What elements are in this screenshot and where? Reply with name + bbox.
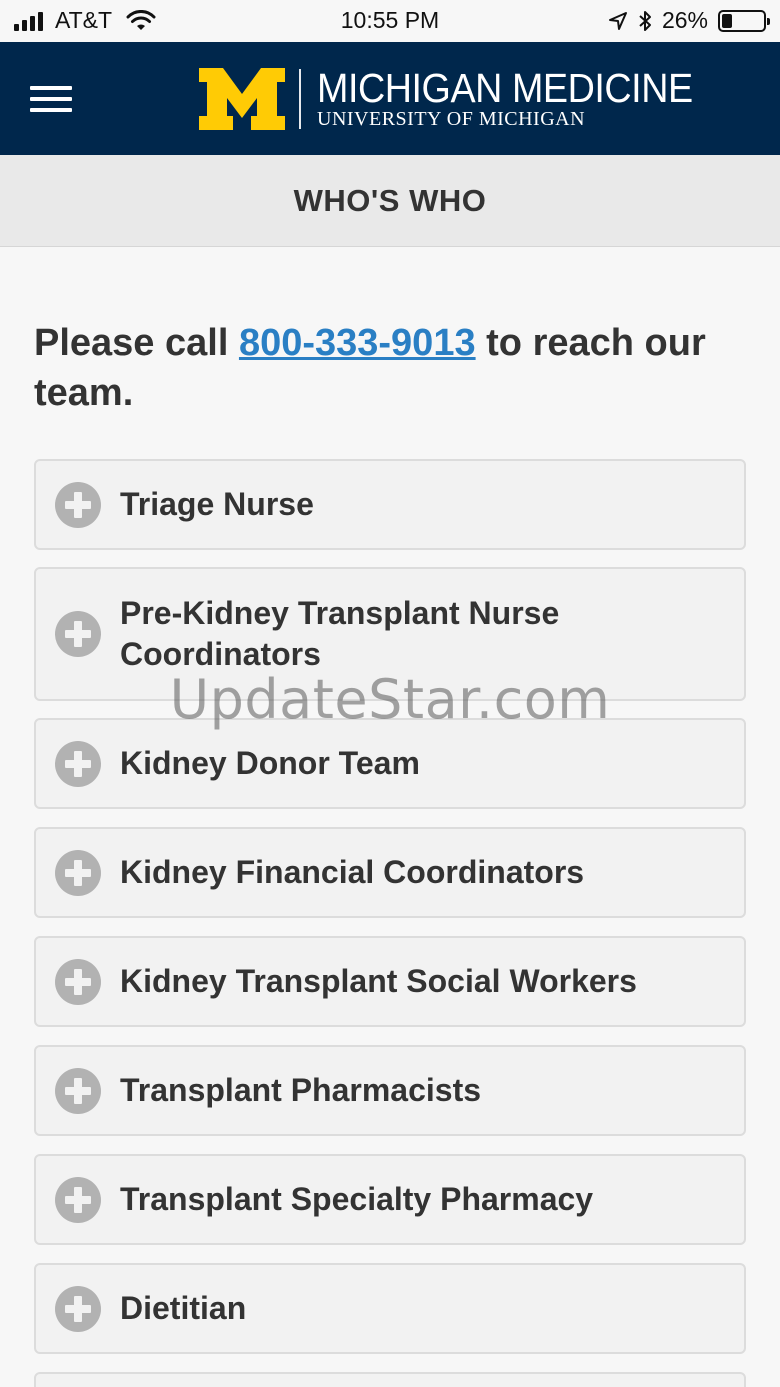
accordion-item-transplant-specialty-pharmacy[interactable]: Transplant Specialty Pharmacy	[34, 1154, 746, 1245]
accordion-label: Triage Nurse	[120, 486, 314, 522]
plus-circle-icon	[55, 1285, 101, 1332]
accordion-label: Kidney Financial Coordinators	[120, 854, 585, 890]
accordion-label: Kidney Transplant Social Workers	[120, 963, 637, 999]
accordion-item-pre-kidney-transplant-nurse-coordinators[interactable]: Pre-Kidney Transplant Nurse Coordinators	[34, 567, 746, 701]
intro-prefix: Please call	[34, 322, 239, 364]
plus-circle-icon	[55, 1176, 101, 1223]
page-title: WHO'S WHO	[293, 182, 487, 218]
accordion-item-kidney-financial-coordinators[interactable]: Kidney Financial Coordinators	[34, 827, 746, 918]
status-right: 26%	[608, 7, 770, 34]
block-m-logo-icon	[199, 68, 285, 130]
section-title-bar: WHO'S WHO	[0, 155, 780, 247]
bluetooth-icon	[639, 10, 651, 31]
location-icon	[608, 11, 627, 30]
battery-level	[722, 13, 732, 28]
accordion-label: Transplant Pharmacists	[120, 1072, 482, 1108]
michigan-medicine-logo[interactable]: MICHIGAN MEDICINE UNIVERSITY OF MICHIGAN	[199, 68, 725, 130]
hamburger-menu-icon[interactable]	[30, 86, 72, 114]
accordion-item-partial[interactable]	[34, 1372, 746, 1387]
accordion-item-kidney-donor-team[interactable]: Kidney Donor Team	[34, 718, 746, 809]
plus-circle-icon	[55, 958, 101, 1005]
plus-circle-icon	[55, 849, 101, 896]
accordion-item-kidney-transplant-social-workers[interactable]: Kidney Transplant Social Workers	[34, 936, 746, 1027]
plus-circle-icon	[55, 481, 101, 528]
accordion-label: Kidney Donor Team	[120, 745, 420, 781]
accordion-label: Pre-Kidney Transplant Nurse Coordinators	[120, 595, 560, 672]
logo-divider	[299, 69, 301, 129]
accordion-label: Dietitian	[120, 1290, 247, 1326]
intro-text: Please call 800-333-9013 to reach our te…	[34, 318, 749, 418]
site-header: MICHIGAN MEDICINE UNIVERSITY OF MICHIGAN	[0, 42, 780, 155]
accordion-item-triage-nurse[interactable]: Triage Nurse	[34, 459, 746, 550]
status-bar: AT&T 10:55 PM 26%	[0, 0, 780, 42]
accordion-label: Transplant Specialty Pharmacy	[120, 1181, 594, 1217]
logo-subtitle: UNIVERSITY OF MICHIGAN	[317, 108, 586, 130]
battery-percent: 26%	[661, 7, 708, 33]
plus-circle-icon	[55, 1067, 101, 1114]
plus-circle-icon	[55, 611, 101, 657]
accordion-item-dietitian[interactable]: Dietitian	[34, 1263, 746, 1354]
accordion-item-transplant-pharmacists[interactable]: Transplant Pharmacists	[34, 1045, 746, 1136]
phone-link[interactable]: 800-333-9013	[239, 322, 476, 364]
logo-text: MICHIGAN MEDICINE UNIVERSITY OF MICHIGAN	[317, 65, 725, 131]
logo-title: MICHIGAN MEDICINE	[317, 65, 693, 111]
plus-circle-icon	[55, 740, 101, 787]
battery-icon	[718, 9, 770, 32]
